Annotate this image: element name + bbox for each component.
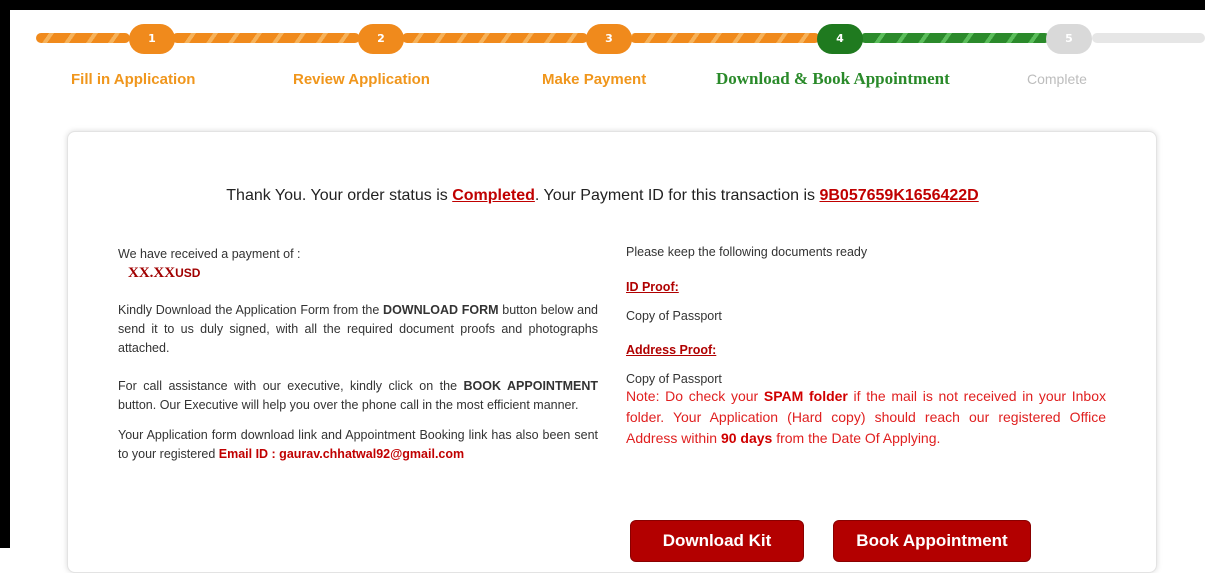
progress-segment-5 — [1092, 33, 1205, 43]
address-proof-value: Copy of Passport — [626, 372, 722, 386]
step-1-label: Fill in Application — [71, 71, 196, 88]
book-appointment-button[interactable]: Book Appointment — [833, 520, 1031, 562]
thank-you-prefix: Thank You. Your order status is — [226, 187, 453, 204]
documents-intro: Please keep the following documents read… — [626, 245, 868, 259]
order-status-link[interactable]: Completed — [452, 187, 535, 204]
note-text-1: Note: Do check your — [626, 388, 764, 404]
download-form-emphasis: DOWNLOAD FORM — [383, 303, 499, 317]
step-4-label: Download & Book Appointment — [716, 69, 950, 88]
progress-segment-1 — [36, 33, 130, 43]
step-5-badge: 5 — [1046, 24, 1092, 54]
step-3-badge: 3 — [586, 24, 632, 54]
step-1-badge: 1 — [129, 24, 175, 54]
step-5-label: Complete — [1027, 71, 1087, 87]
id-proof-value: Copy of Passport — [626, 309, 722, 323]
step-2-label: Review Application — [293, 71, 430, 88]
payment-received-text: We have received a payment of : — [118, 247, 301, 261]
email-id: Email ID : gaurav.chhatwal92@gmail.com — [218, 447, 465, 461]
ninety-days-emphasis: 90 days — [720, 430, 773, 446]
id-proof-title: ID Proof: — [626, 280, 679, 294]
progress-segment-4b — [860, 33, 1050, 43]
progress-segment-4a — [630, 33, 820, 43]
step-2-badge: 2 — [358, 24, 404, 54]
call-text-1: For call assistance with our executive, … — [118, 379, 464, 393]
download-text-1: Kindly Download the Application Form fro… — [118, 303, 384, 317]
amount-currency: USD — [175, 266, 201, 280]
email-sent-notice: Your Application form download link and … — [118, 426, 598, 464]
step-4-badge: 4 — [817, 24, 863, 54]
window-frame-left — [0, 0, 10, 548]
book-appointment-emphasis: BOOK APPOINTMENT — [463, 379, 599, 393]
window-frame-top — [0, 0, 1205, 10]
payment-id-link[interactable]: 9B057659K1656422D — [819, 187, 978, 204]
progress-segment-2 — [172, 33, 360, 43]
spam-folder-emphasis: SPAM folder — [763, 388, 848, 404]
note-text-3: from the Date Of Applying. — [772, 430, 941, 446]
payment-info-column: We have received a payment of : XX.XXUSD… — [118, 245, 598, 464]
payment-amount: XX.XXUSD — [118, 264, 598, 283]
documents-column: Please keep the following documents read… — [626, 245, 1106, 449]
thank-you-message: Thank You. Your order status is Complete… — [0, 187, 1205, 205]
download-kit-button[interactable]: Download Kit — [630, 520, 804, 562]
call-text-2: button. Our Executive will help you over… — [118, 398, 579, 412]
spam-note: Note: Do check your SPAM folder if the m… — [626, 386, 1106, 449]
download-instructions: Kindly Download the Application Form fro… — [118, 301, 598, 358]
amount-value: XX.XX — [128, 265, 176, 281]
address-proof-title: Address Proof: — [626, 343, 717, 357]
progress-segment-3 — [402, 33, 588, 43]
thank-you-middle: . Your Payment ID for this transaction i… — [534, 187, 820, 204]
step-3-label: Make Payment — [542, 71, 647, 88]
call-instructions: For call assistance with our executive, … — [118, 377, 598, 415]
